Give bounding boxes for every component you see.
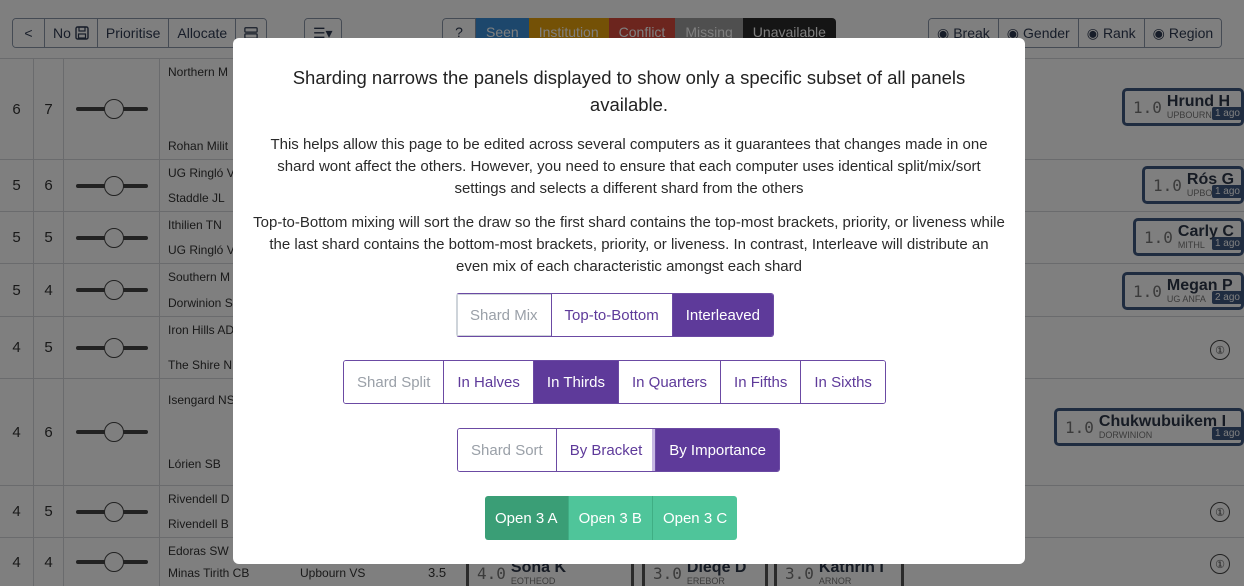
shard-split-group: Shard Split In Halves In Thirds In Quart… [343,360,886,404]
shard-selector: Open 3 A Open 3 B Open 3 C [485,496,738,540]
shard-mix-label: Shard Mix [457,294,551,336]
shard-mix-group: Shard Mix Top-to-Bottom Interleaved [456,293,774,337]
modal-title: Sharding narrows the panels displayed to… [292,67,966,115]
sort-by-importance-button[interactable]: By Importance [655,429,779,471]
mix-top-to-bottom-button[interactable]: Top-to-Bottom [550,294,672,336]
shard-open-3-b-button[interactable]: Open 3 B [567,496,652,540]
split-sixths-button[interactable]: In Sixths [800,361,885,403]
modal-mix-description: Top-to-Bottom mixing will sort the draw … [253,214,1005,275]
shard-sort-label: Shard Sort [458,429,556,471]
shard-split-label: Shard Split [344,361,444,403]
split-fifths-button[interactable]: In Fifths [720,361,801,403]
sort-by-bracket-button[interactable]: By Bracket [555,429,656,471]
split-halves-button[interactable]: In Halves [443,361,533,403]
shard-open-3-a-button[interactable]: Open 3 A [485,496,568,540]
sharding-modal: Sharding narrows the panels displayed to… [233,38,1025,564]
shard-sort-group: Shard Sort By Bracket By Importance [457,428,780,472]
split-quarters-button[interactable]: In Quarters [618,361,721,403]
shard-open-3-c-button[interactable]: Open 3 C [651,496,738,540]
mix-interleaved-button[interactable]: Interleaved [671,294,773,336]
modal-description: This helps allow this page to be edited … [270,136,988,197]
split-thirds-button[interactable]: In Thirds [532,361,618,403]
